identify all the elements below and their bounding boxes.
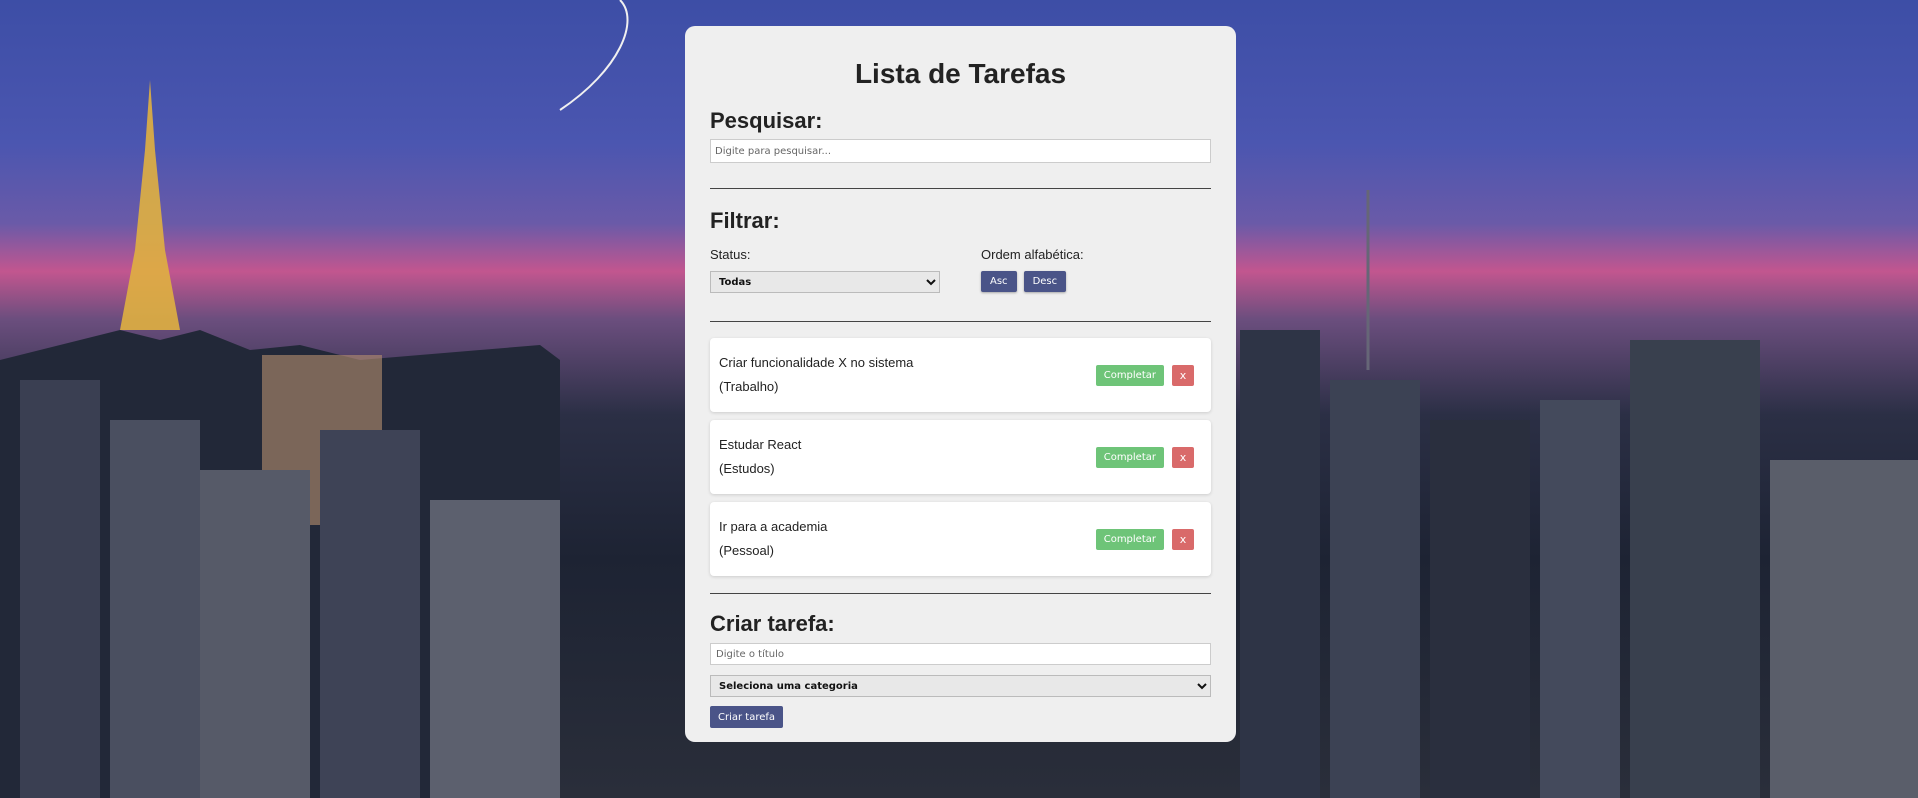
delete-button[interactable]: x — [1172, 529, 1194, 550]
task-list: Criar funcionalidade X no sistema (Traba… — [710, 338, 1211, 576]
category-select[interactable]: Seleciona uma categoria — [710, 675, 1211, 697]
order-label: Ordem alfabética: — [981, 247, 1084, 262]
search-input[interactable] — [710, 139, 1211, 163]
page-title: Lista de Tarefas — [854, 58, 1067, 89]
sort-buttons: Asc Desc — [981, 271, 1084, 292]
search-heading: Pesquisar: — [710, 108, 823, 133]
divider — [710, 593, 1211, 594]
create-task-button[interactable]: Criar tarefa — [710, 706, 784, 728]
divider — [710, 188, 1211, 189]
task-item: Ir para a academia (Pessoal) Completar x — [710, 502, 1211, 576]
order-filter-group: Ordem alfabética: Asc Desc — [981, 247, 1084, 297]
delete-button[interactable]: x — [1172, 447, 1194, 468]
sort-desc-button[interactable]: Desc — [1023, 271, 1067, 292]
task-item: Estudar React (Estudos) Completar x — [710, 420, 1211, 494]
status-select[interactable]: Todas — [710, 271, 940, 293]
task-title-input[interactable] — [710, 643, 1211, 665]
sort-asc-button[interactable]: Asc — [981, 271, 1017, 292]
filter-row: Status: Todas Ordem alfabética: Asc Desc — [710, 247, 1211, 297]
create-heading: Criar tarefa: — [710, 611, 835, 636]
filter-heading: Filtrar: — [710, 208, 780, 233]
status-filter-group: Status: Todas — [710, 247, 981, 297]
divider — [710, 321, 1211, 322]
status-label: Status: — [710, 247, 751, 262]
todo-panel: Lista de Tarefas Pesquisar: Filtrar: Sta… — [685, 26, 1236, 742]
task-actions: Completar x — [1095, 447, 1194, 468]
task-actions: Completar x — [1095, 529, 1194, 550]
complete-button[interactable]: Completar — [1095, 365, 1164, 386]
task-actions: Completar x — [1095, 365, 1194, 386]
complete-button[interactable]: Completar — [1095, 529, 1164, 550]
delete-button[interactable]: x — [1172, 365, 1194, 386]
complete-button[interactable]: Completar — [1095, 447, 1164, 468]
task-item: Criar funcionalidade X no sistema (Traba… — [710, 338, 1211, 412]
